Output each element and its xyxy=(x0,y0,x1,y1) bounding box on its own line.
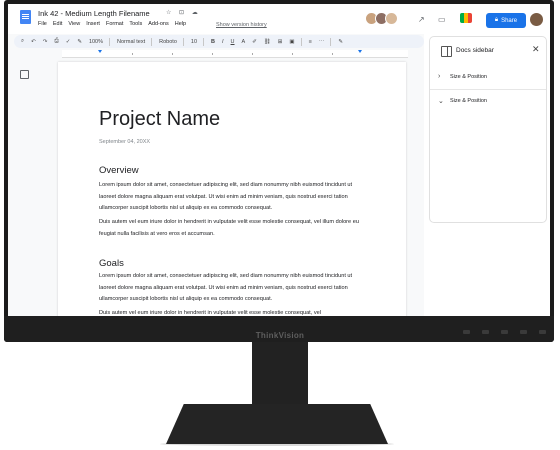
underline-button[interactable]: U xyxy=(231,39,235,45)
style-select[interactable]: Normal text xyxy=(117,39,145,45)
hw-button xyxy=(520,330,527,334)
sidebar-item-size-position[interactable]: › Size & Position xyxy=(438,73,546,80)
docs-sidebar: Docs sidebar ✕ › Size & Position ⌄ Size … xyxy=(424,34,550,316)
avatar[interactable] xyxy=(385,12,398,25)
paint-format-icon[interactable]: ✎ xyxy=(77,39,82,45)
ruler-tick xyxy=(132,53,133,55)
document-heading: Project Name xyxy=(99,108,221,130)
more-icon[interactable]: ⋯ xyxy=(319,39,325,45)
print-icon[interactable]: ⎙ xyxy=(54,38,58,45)
toolbar-divider xyxy=(182,37,184,46)
align-icon[interactable]: ≡ xyxy=(309,39,312,45)
lock-icon: 🔒︎ xyxy=(494,17,499,23)
share-button-label: Share xyxy=(501,17,518,24)
close-icon[interactable]: ✕ xyxy=(532,44,540,55)
share-button[interactable]: 🔒︎ Share xyxy=(486,13,526,28)
toolbar-divider xyxy=(151,37,153,46)
menu-format[interactable]: Format xyxy=(106,21,123,27)
star-move-cloud-icons[interactable]: ☆ ⊡ ☁ xyxy=(166,9,201,16)
bold-button[interactable]: B xyxy=(211,39,215,45)
sidebar-panel-icon xyxy=(441,46,452,57)
chevron-down-icon: ⌄ xyxy=(438,98,444,105)
sidebar-panel: Docs sidebar ✕ › Size & Position ⌄ Size … xyxy=(429,36,547,223)
font-size-select[interactable]: 10 xyxy=(191,39,197,45)
menu-tools[interactable]: Tools xyxy=(129,21,142,27)
overview-paragraph-2: Duis autem vel eum iriure dolor in hendr… xyxy=(99,219,359,237)
spellcheck-icon[interactable]: ✓ xyxy=(66,39,71,45)
screen: Ink 42 - Medium Length Filename ☆ ⊡ ☁ Fi… xyxy=(8,4,550,316)
toolbar-divider xyxy=(330,37,332,46)
image-icon[interactable]: ▣ xyxy=(289,39,294,45)
sidebar-title: Docs sidebar xyxy=(456,47,494,54)
ruler-tick xyxy=(172,53,173,55)
monitor-hardware-buttons xyxy=(463,330,546,334)
sidebar-item-label: Size & Position xyxy=(450,98,487,104)
sidebar-divider xyxy=(430,89,546,90)
add-comment-icon[interactable]: ⊞ xyxy=(278,39,283,45)
docs-logo-icon[interactable] xyxy=(20,10,31,24)
activity-trend-icon[interactable]: ↗ xyxy=(418,15,425,24)
text-color-button[interactable]: A xyxy=(242,39,246,45)
ruler-indent-marker[interactable] xyxy=(358,50,362,53)
highlight-icon[interactable]: ✐ xyxy=(252,39,257,45)
document-title[interactable]: Ink 42 - Medium Length Filename xyxy=(38,9,150,18)
hw-button xyxy=(463,330,470,334)
ruler-tick xyxy=(332,53,333,55)
link-icon[interactable]: ⛓ xyxy=(264,39,271,45)
toolbar-divider xyxy=(300,37,302,46)
toolbar-divider xyxy=(203,37,205,46)
ruler-tick xyxy=(212,53,213,55)
menu-help[interactable]: Help xyxy=(175,21,186,27)
app-header: Ink 42 - Medium Length Filename ☆ ⊡ ☁ Fi… xyxy=(8,4,550,34)
meet-icon[interactable] xyxy=(460,13,472,23)
collaborator-avatars[interactable] xyxy=(365,12,398,25)
menu-edit[interactable]: Edit xyxy=(53,21,62,27)
ruler-tick xyxy=(292,53,293,55)
chevron-right-icon: › xyxy=(438,73,441,80)
sidebar-item-size-position-expanded[interactable]: ⌄ Size & Position xyxy=(438,97,546,105)
ruler-indent-marker[interactable] xyxy=(98,50,102,53)
editing-mode-icon[interactable]: ✎ xyxy=(338,39,343,45)
hw-button xyxy=(482,330,489,334)
ruler-tick xyxy=(252,53,253,55)
sidebar-item-label: Size & Position xyxy=(450,73,487,80)
zoom-select[interactable]: 100% xyxy=(89,39,103,45)
comment-icon[interactable]: ▭ xyxy=(438,15,446,24)
overview-paragraph-1: Lorem ipsum dolor sit amet, consectetuer… xyxy=(99,182,353,211)
goals-paragraph-2: Duis autem vel eum iriure dolor in hendr… xyxy=(99,310,321,316)
version-history-link[interactable]: Show version history xyxy=(216,22,267,28)
menu-addons[interactable]: Add-ons xyxy=(148,21,169,27)
menu-insert[interactable]: Insert xyxy=(86,21,100,27)
formatting-toolbar: ⌕ ↶ ↷ ⎙ ✓ ✎ 100% Normal text Roboto 10 B… xyxy=(14,35,424,48)
redo-icon[interactable]: ↷ xyxy=(43,39,48,45)
hw-button xyxy=(501,330,508,334)
document-date: September 04, 20XX xyxy=(99,139,151,145)
menu-bar: File Edit View Insert Format Tools Add-o… xyxy=(38,21,186,27)
goals-heading: Goals xyxy=(99,258,124,269)
undo-icon[interactable]: ↶ xyxy=(31,39,36,45)
toolbar-divider xyxy=(109,37,111,46)
goals-paragraph-1: Lorem ipsum dolor sit amet, consectetuer… xyxy=(99,273,353,302)
menu-view[interactable]: View xyxy=(68,21,80,27)
italic-button[interactable]: I xyxy=(222,39,224,45)
user-avatar[interactable] xyxy=(530,13,543,26)
hw-button xyxy=(539,330,546,334)
overview-heading: Overview xyxy=(99,165,139,176)
menu-file[interactable]: File xyxy=(38,21,47,27)
document-page[interactable]: Project Name September 04, 20XX Overview… xyxy=(58,62,406,316)
search-menus-icon[interactable]: ⌕ xyxy=(21,38,24,45)
font-select[interactable]: Roboto xyxy=(159,39,177,45)
monitor-stand-base xyxy=(166,404,388,444)
document-outline-icon[interactable] xyxy=(20,70,29,79)
ruler[interactable] xyxy=(62,50,408,58)
